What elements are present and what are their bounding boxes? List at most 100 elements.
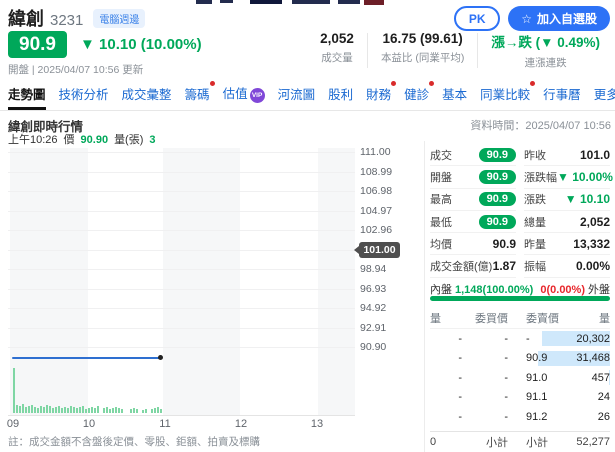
cutoff-nav-fragment [220, 0, 233, 3]
chart-hour-band [318, 148, 355, 415]
chart-x-axis: 0910111213 [8, 418, 355, 430]
cutoff-nav-fragment [338, 0, 360, 4]
order-book-header-cell: 委買價 [462, 310, 508, 326]
order-book-header-cell: 委賣價 [508, 310, 560, 326]
chart-gridline [8, 250, 355, 251]
quote-row: 成交90.9 [430, 144, 516, 166]
volume-bar [109, 409, 111, 413]
tab-更多...[interactable]: 更多... [594, 84, 615, 110]
tab-籌碼[interactable]: 籌碼 [185, 84, 210, 110]
volume-bar [34, 407, 36, 413]
tab-河流圖[interactable]: 河流圖 [278, 84, 316, 110]
volume-bar [46, 405, 48, 413]
stat-3: 漲→跌 (▼ 0.49%)連漲連跌 [478, 31, 613, 70]
stock-code: 3231 [50, 12, 83, 29]
quote-column-right: 昨收101.0漲跌幅▼ 10.00%漲跌▼ 10.10總量2,052昨量13,3… [524, 144, 610, 278]
tab-成交彙整[interactable]: 成交彙整 [122, 84, 172, 110]
quote-row-label: 均價 [430, 236, 452, 252]
y-axis-tick: 104.97 [360, 205, 392, 217]
tab-行事曆[interactable]: 行事曆 [543, 84, 581, 110]
legend-price-label: 價 [64, 131, 75, 147]
order-book-row[interactable]: --91.0457 [430, 368, 610, 388]
volume-bar [49, 406, 51, 413]
legend-time: 上午10:26 [8, 131, 58, 147]
stat-value: 漲→跌 (▼ 0.49%) [491, 31, 600, 51]
volume-bar [85, 409, 87, 413]
last-price: 90.9 [8, 31, 67, 58]
tab-基本[interactable]: 基本 [442, 84, 467, 110]
order-book-row[interactable]: --91.124 [430, 388, 610, 408]
chart-footnote: 註：成交金額不含盤後定價、零股、鉅額、拍賣及標購 [8, 434, 260, 449]
y-axis-tick: 106.98 [360, 185, 392, 197]
order-book-row[interactable]: --90.931,468 [430, 349, 610, 369]
quote-row: 最高90.9 [430, 189, 516, 211]
volume-bar [121, 409, 123, 413]
chart-gridline [8, 289, 355, 290]
y-axis-tick: 94.92 [360, 302, 386, 314]
volume-bar [16, 405, 18, 413]
ask-volume: 24 [560, 391, 610, 403]
order-book-row[interactable]: --91.226 [430, 407, 610, 427]
new-badge-dot [429, 81, 434, 86]
quote-row-value: 1.87 [493, 259, 516, 273]
tab-走勢圖[interactable]: 走勢圖 [8, 84, 46, 110]
y-axis-tick: 108.99 [360, 166, 392, 178]
quote-row-label: 總量 [524, 214, 546, 230]
ask-price: 91.2 [508, 411, 560, 423]
chart-gridline [8, 230, 355, 231]
y-axis-tick: 111.00 [360, 146, 391, 158]
order-book-footer: 0小計小計52,277 [430, 431, 610, 452]
pk-button[interactable]: PK [454, 6, 500, 31]
stat-value: 16.75 (99.61) [381, 31, 464, 46]
tab-股利[interactable]: 股利 [328, 84, 353, 110]
stat-label: 本益比 (同業平均) [381, 50, 464, 65]
volume-bar [52, 408, 54, 413]
volume-bar [67, 408, 69, 413]
chart-gridline [8, 328, 355, 329]
tab-同業比較[interactable]: 同業比較 [480, 84, 530, 110]
bid-volume: - [430, 391, 462, 403]
stat-2: 16.75 (99.61) 本益比 (同業平均) [368, 31, 477, 70]
volume-bar [19, 406, 21, 413]
stat-label: 成交量 [320, 50, 354, 65]
stock-header: 緯創 3231 電腦週邊 [8, 5, 145, 31]
intraday-chart[interactable] [8, 148, 355, 415]
volume-bar [37, 408, 39, 413]
quote-row-value: 0.00% [576, 259, 610, 273]
volume-bar [130, 409, 132, 413]
volume-bar [115, 407, 117, 413]
chart-gridline [8, 308, 355, 309]
add-watchlist-button[interactable]: ☆ 加入自選股 [508, 6, 610, 31]
volume-bar [13, 368, 15, 413]
order-book-row[interactable]: ---20,302 [430, 329, 610, 349]
volume-bar [157, 407, 159, 413]
volume-bar [40, 406, 42, 413]
tab-財務[interactable]: 財務 [366, 84, 391, 110]
chart-gridline [8, 191, 355, 192]
star-icon: ☆ [521, 12, 532, 26]
volume-bar [142, 410, 144, 413]
quote-row-label: 振幅 [524, 258, 546, 274]
tab-估值[interactable]: 估值VIP [223, 83, 265, 110]
quote-row: 振幅 0.00% [524, 255, 610, 277]
y-axis-tick: 92.91 [360, 322, 386, 334]
bid-price: - [462, 411, 508, 423]
outer-label: 外盤 [588, 281, 610, 297]
volume-bar [118, 408, 120, 413]
ask-total: 52,277 [560, 436, 610, 448]
cutoff-nav-fragment [196, 0, 212, 4]
quote-row-value-badge: 90.9 [479, 170, 516, 184]
x-axis-tick: 12 [229, 418, 253, 430]
y-axis-tick: 102.96 [360, 224, 392, 236]
volume-bar [145, 409, 147, 413]
volume-bar [25, 407, 27, 413]
x-axis-tick: 10 [77, 418, 101, 430]
cutoff-nav-fragment [364, 0, 384, 5]
industry-badge[interactable]: 電腦週邊 [93, 9, 145, 28]
tab-技術分析[interactable]: 技術分析 [59, 84, 109, 110]
add-watchlist-label: 加入自選股 [537, 10, 597, 27]
new-badge-dot [391, 81, 396, 86]
tab-健診[interactable]: 健診 [404, 84, 429, 110]
volume-bar [76, 408, 78, 413]
quote-row: 昨量13,332 [524, 233, 610, 255]
